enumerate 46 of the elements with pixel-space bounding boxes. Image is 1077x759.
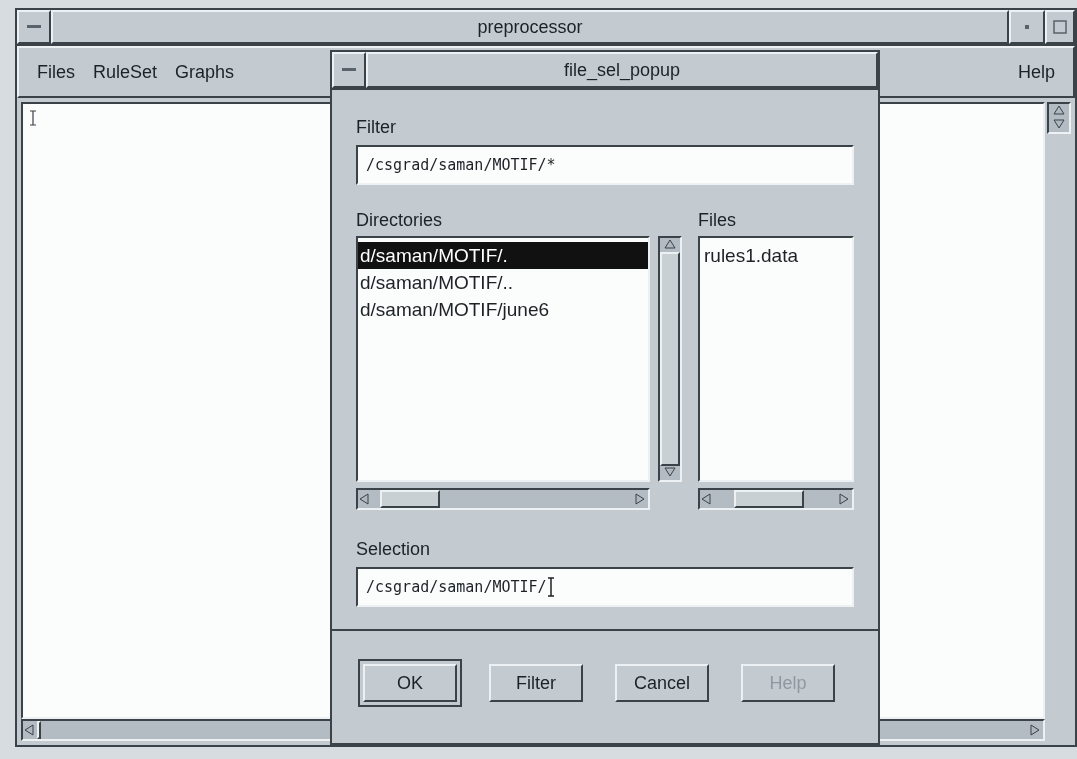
directory-item[interactable]: d/saman/MOTIF/june6 xyxy=(358,296,648,323)
selection-label: Selection xyxy=(356,538,432,561)
maximize-icon xyxy=(1053,20,1067,34)
window-menu-button[interactable] xyxy=(17,10,51,44)
selection-field[interactable]: /csgrad/saman/MOTIF/ xyxy=(356,567,854,607)
selection-value: /csgrad/saman/MOTIF/ xyxy=(366,576,547,598)
vertical-scrollbar[interactable] xyxy=(1047,102,1071,134)
text-cursor-icon xyxy=(29,110,37,126)
filter-value: /csgrad/saman/MOTIF/* xyxy=(366,154,556,176)
dialog-button[interactable]: Filter xyxy=(489,664,583,702)
scroll-thumb[interactable] xyxy=(734,490,804,508)
files-label: Files xyxy=(698,209,737,232)
dialog-button[interactable]: OK xyxy=(363,664,457,702)
scroll-up-arrow-icon[interactable] xyxy=(663,238,677,252)
directory-item[interactable]: d/saman/MOTIF/.. xyxy=(358,269,648,296)
scroll-thumb[interactable] xyxy=(380,490,440,508)
filter-field[interactable]: /csgrad/saman/MOTIF/* xyxy=(356,145,854,185)
scroll-up-arrow-icon[interactable] xyxy=(1052,104,1066,118)
horizontal-scrollbar[interactable] xyxy=(698,488,854,510)
window-menu-button[interactable] xyxy=(332,52,366,88)
menu-item[interactable]: RuleSet xyxy=(93,58,158,86)
maximize-button[interactable] xyxy=(1045,10,1075,44)
menu-item[interactable]: Files xyxy=(37,58,75,86)
dialog-button[interactable]: Cancel xyxy=(615,664,709,702)
directories-list[interactable]: d/saman/MOTIF/. d/saman/MOTIF/.. d/saman/MOTIF/june6 xyxy=(356,236,650,482)
scroll-left-arrow-icon[interactable] xyxy=(23,723,37,737)
menu-item[interactable]: Help xyxy=(1017,58,1055,86)
vertical-scrollbar[interactable] xyxy=(658,236,682,482)
files-list[interactable]: rules1.data xyxy=(698,236,854,482)
horizontal-scrollbar[interactable] xyxy=(356,488,650,510)
filter-label: Filter xyxy=(356,116,397,139)
dialog-title: file_sel_popup xyxy=(563,58,681,83)
file-item[interactable]: rules1.data xyxy=(700,242,852,269)
directories-label: Directories xyxy=(356,209,444,232)
scroll-thumb[interactable] xyxy=(660,252,680,466)
text-cursor-icon xyxy=(546,577,555,597)
dash-icon xyxy=(27,25,41,29)
menu-item[interactable]: Graphs xyxy=(175,58,235,86)
window-title: preprocessor xyxy=(477,15,583,39)
minimize-icon xyxy=(1025,25,1029,29)
scroll-left-arrow-icon[interactable] xyxy=(358,492,372,506)
directory-item[interactable]: d/saman/MOTIF/. xyxy=(358,242,648,269)
dash-icon xyxy=(342,68,356,72)
scroll-thumb[interactable] xyxy=(37,721,41,739)
scroll-left-arrow-icon[interactable] xyxy=(700,492,714,506)
minimize-button[interactable] xyxy=(1009,10,1045,44)
